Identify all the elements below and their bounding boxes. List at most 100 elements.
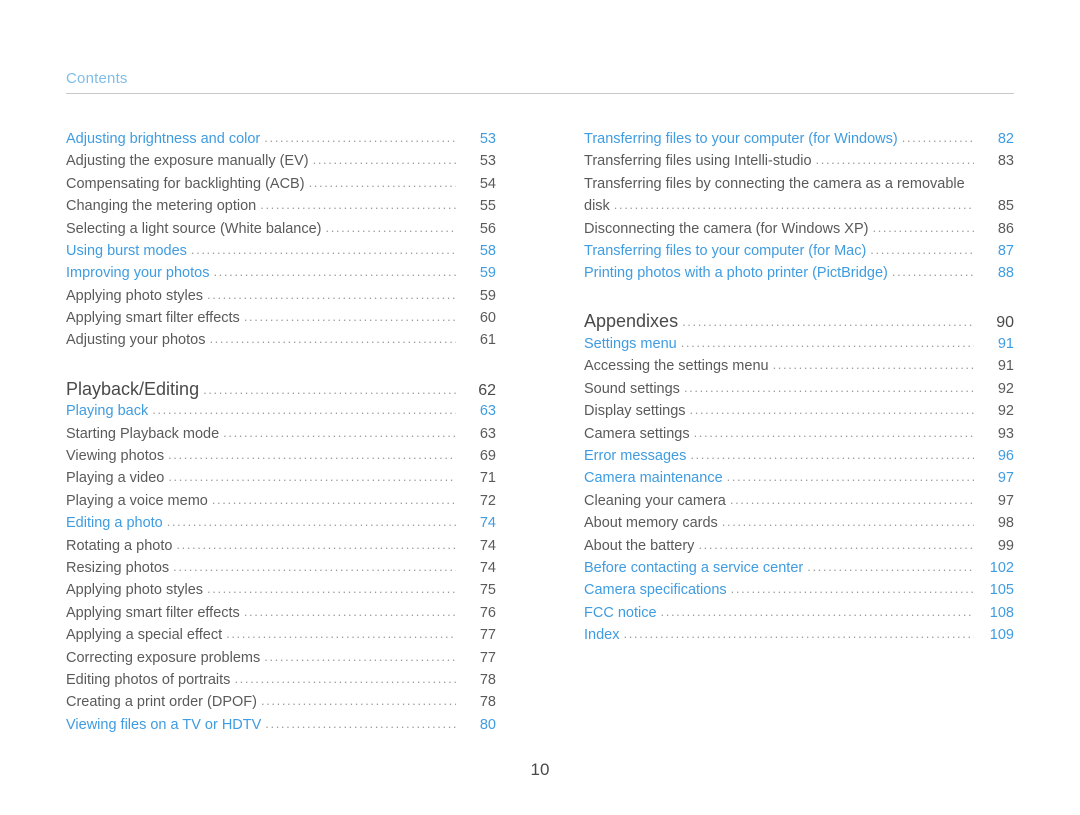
toc-entry[interactable]: Improving your photos...................… xyxy=(66,265,496,282)
toc-entry-label: Camera specifications xyxy=(584,582,727,599)
toc-entry[interactable]: Transferring files to your computer (for… xyxy=(584,242,1014,259)
toc-entry[interactable]: Display settings........................… xyxy=(584,403,1014,419)
toc-entry[interactable]: Disconnecting the camera (for Windows XP… xyxy=(584,220,1014,237)
toc-leader-dots: ........................................… xyxy=(260,694,456,708)
toc-leader-dots: ........................................… xyxy=(209,332,456,346)
toc-entry[interactable]: Correcting exposure problems............… xyxy=(66,649,496,666)
toc-entry-label: Transferring files to your computer (for… xyxy=(584,130,898,147)
toc-leader-dots: ........................................… xyxy=(721,515,974,529)
toc-leader-dots: ........................................… xyxy=(623,627,974,641)
toc-entry-label: Sound settings xyxy=(584,380,680,397)
toc-entry-page: 92 xyxy=(997,380,1014,397)
toc-entry[interactable]: Adjusting your photos...................… xyxy=(66,332,496,349)
toc-entry[interactable]: Playing a video.........................… xyxy=(66,470,496,487)
toc-entry[interactable]: Applying smart filter effects...........… xyxy=(66,310,496,326)
toc-entry[interactable]: Transferring files to your computer (for… xyxy=(584,130,1014,147)
toc-entry-label: Applying photo styles xyxy=(66,287,204,304)
toc-entry[interactable]: Rotating a photo........................… xyxy=(66,537,496,554)
toc-entry[interactable]: Playback/Editing........................… xyxy=(66,380,496,399)
toc-entry[interactable]: Accessing the settings menu.............… xyxy=(584,358,1014,375)
toc-entry[interactable]: Changing the metering option............… xyxy=(66,198,496,215)
toc-entry-page: 71 xyxy=(479,470,496,487)
toc-entry[interactable]: About memory cards......................… xyxy=(584,515,1014,532)
toc-entry-page: 80 xyxy=(479,716,496,733)
toc-entry[interactable]: Applying a special effect...............… xyxy=(66,627,496,644)
toc-entry[interactable]: disk....................................… xyxy=(584,198,1014,215)
toc-entry-page: 77 xyxy=(479,627,496,644)
toc-entry[interactable]: Editing a photo.........................… xyxy=(66,515,496,532)
toc-entry-label: Editing a photo xyxy=(66,515,163,532)
toc-leader-dots: ........................................… xyxy=(152,403,456,417)
toc-entry-label: Improving your photos xyxy=(66,265,210,282)
toc-entry[interactable]: Error messages..........................… xyxy=(584,448,1014,464)
toc-leader-dots: ........................................… xyxy=(698,537,974,551)
toc-entry-label: Using burst modes xyxy=(66,242,187,259)
toc-spacer xyxy=(584,285,1014,311)
toc-leader-dots: ........................................… xyxy=(213,265,456,279)
toc-entry[interactable]: Playing a voice memo....................… xyxy=(66,492,496,509)
toc-entry-label: Playback/Editing xyxy=(66,378,200,399)
toc-entry[interactable]: Camera settings.........................… xyxy=(584,426,1014,442)
toc-entry-label: Compensating for backlighting (ACB) xyxy=(66,175,305,192)
toc-entry-label: About the battery xyxy=(584,537,695,554)
toc-entry-label: Applying smart filter effects xyxy=(66,604,240,621)
toc-leader-dots: ........................................… xyxy=(689,403,974,417)
toc-entry-page: 59 xyxy=(479,265,496,282)
toc-entry[interactable]: Compensating for backlighting (ACB).....… xyxy=(66,175,496,192)
toc-entry[interactable]: Creating a print order (DPOF)...........… xyxy=(66,694,496,710)
toc-leader-dots: ........................................… xyxy=(264,649,456,663)
toc-leader-dots: ........................................… xyxy=(891,265,974,279)
toc-entry-page: 69 xyxy=(479,448,496,465)
toc-entry[interactable]: Adjusting the exposure manually (EV)....… xyxy=(66,153,496,170)
toc-entry[interactable]: Resizing photos.........................… xyxy=(66,559,496,576)
toc-entry[interactable]: Sound settings..........................… xyxy=(584,380,1014,397)
toc-entry-page: 63 xyxy=(479,403,496,420)
toc-entry[interactable]: FCC notice..............................… xyxy=(584,604,1014,621)
toc-entry-label: Settings menu xyxy=(584,336,677,353)
toc-entry-page: 74 xyxy=(479,537,496,554)
toc-entry[interactable]: Starting Playback mode..................… xyxy=(66,426,496,442)
toc-entry[interactable]: Applying photo styles...................… xyxy=(66,287,496,304)
toc-entry-page: 61 xyxy=(479,332,496,349)
toc-leader-dots: ........................................… xyxy=(243,604,456,618)
toc-entry[interactable]: Viewing files on a TV or HDTV...........… xyxy=(66,716,496,733)
toc-entry-label: Resizing photos xyxy=(66,559,170,576)
toc-entry-label: Transferring files to your computer (for… xyxy=(584,242,867,259)
toc-leader-dots: ........................................… xyxy=(265,716,456,730)
contents-heading: Contents xyxy=(66,70,128,87)
toc-entry-label: Disconnecting the camera (for Windows XP… xyxy=(584,220,869,237)
toc-entry[interactable]: Using burst modes.......................… xyxy=(66,242,496,259)
toc-entry[interactable]: Adjusting brightness and color..........… xyxy=(66,130,496,147)
toc-entry-page: 85 xyxy=(997,198,1014,215)
toc-entry-page: 102 xyxy=(989,559,1014,576)
toc-entry[interactable]: Settings menu...........................… xyxy=(584,336,1014,353)
toc-entry[interactable]: Printing photos with a photo printer (Pi… xyxy=(584,265,1014,281)
toc-entry[interactable]: Viewing photos..........................… xyxy=(66,448,496,465)
toc-leader-dots: ........................................… xyxy=(682,315,974,329)
toc-entry[interactable]: Playing back............................… xyxy=(66,403,496,420)
toc-entry-label: Viewing files on a TV or HDTV xyxy=(66,716,262,733)
toc-entry[interactable]: Appendixes..............................… xyxy=(584,312,1014,331)
toc-leader-dots: ........................................… xyxy=(815,153,974,167)
toc-entry-page: 108 xyxy=(989,604,1014,621)
toc-entry[interactable]: Camera specifications...................… xyxy=(584,582,1014,599)
toc-entry-page: 53 xyxy=(479,130,496,147)
toc-entry-label: Cleaning your camera xyxy=(584,492,726,509)
toc-entry[interactable]: Applying photo styles...................… xyxy=(66,582,496,598)
toc-entry[interactable]: About the battery.......................… xyxy=(584,537,1014,554)
toc-entry[interactable]: Index...................................… xyxy=(584,627,1014,643)
toc-entry-label: Accessing the settings menu xyxy=(584,358,769,375)
toc-entry-page: 98 xyxy=(997,515,1014,532)
toc-leader-dots: ........................................… xyxy=(243,310,456,324)
toc-entry-label: Playing a voice memo xyxy=(66,492,208,509)
toc-entry-page: 53 xyxy=(479,153,496,170)
toc-entry-label: Changing the metering option xyxy=(66,198,257,215)
toc-leader-dots: ........................................… xyxy=(312,153,456,167)
toc-entry[interactable]: Before contacting a service center......… xyxy=(584,559,1014,576)
toc-entry[interactable]: Cleaning your camera....................… xyxy=(584,492,1014,509)
toc-entry[interactable]: Transferring files using Intelli-studio.… xyxy=(584,153,1014,169)
toc-entry[interactable]: Editing photos of portraits.............… xyxy=(66,672,496,688)
toc-entry[interactable]: Applying smart filter effects...........… xyxy=(66,604,496,621)
toc-entry[interactable]: Selecting a light source (White balance)… xyxy=(66,221,496,237)
toc-entry[interactable]: Camera maintenance......................… xyxy=(584,470,1014,486)
